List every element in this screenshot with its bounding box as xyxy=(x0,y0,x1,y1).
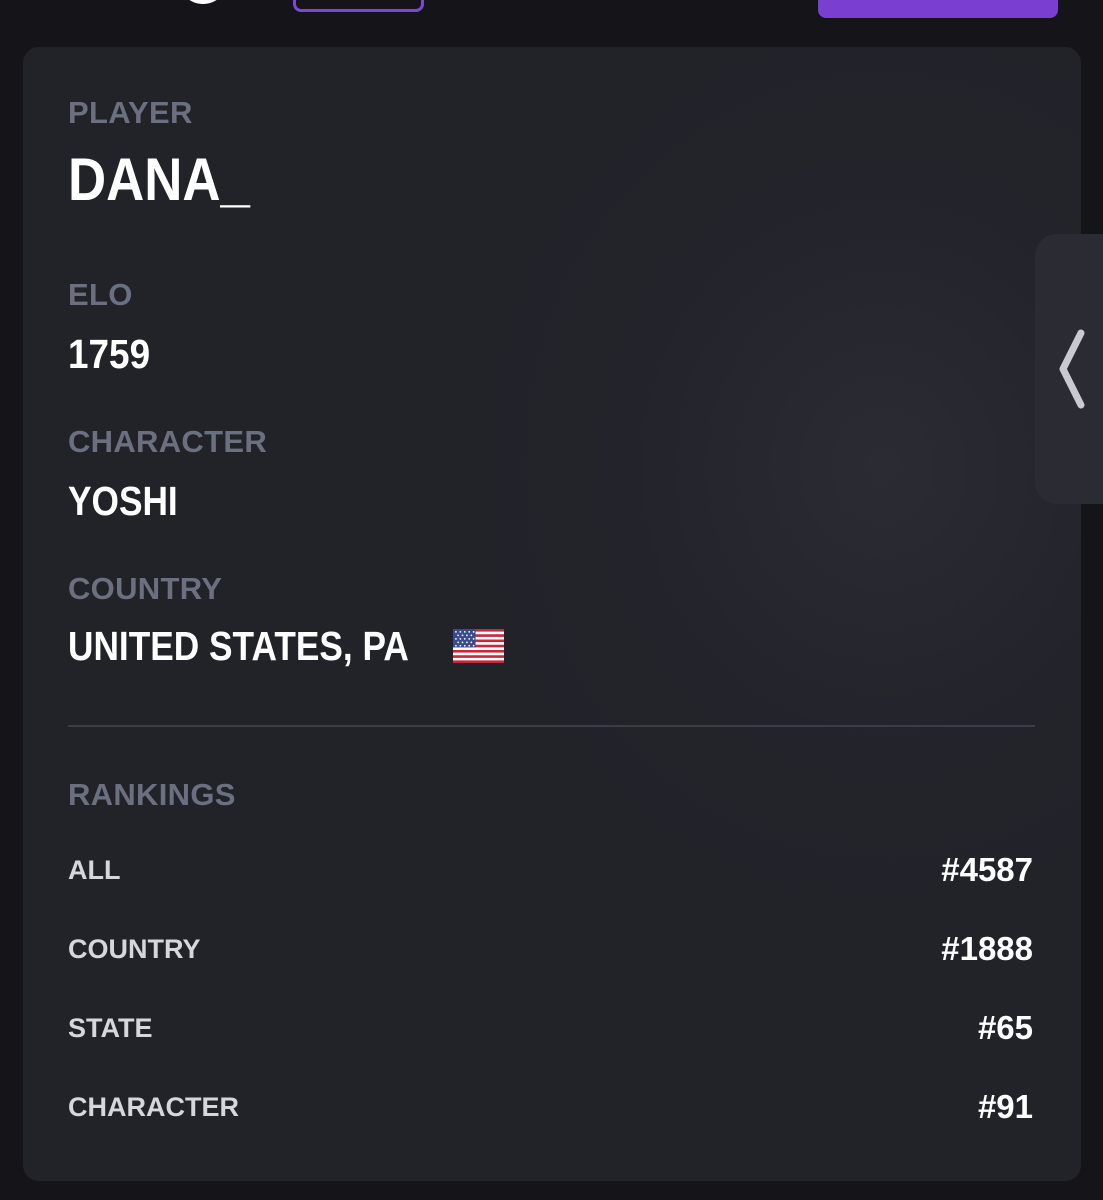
rankings-label: RANKINGS xyxy=(68,777,236,812)
character-value: YOSHI xyxy=(68,478,178,524)
country-value: UNITED STATES, PA xyxy=(68,623,409,669)
ranking-label: COUNTRY xyxy=(68,934,201,964)
ranking-value: #91 xyxy=(977,1088,1033,1125)
country-label: COUNTRY xyxy=(68,571,223,606)
player-card: PLAYER DANA_ ELO 1759 CHARACTER YOSHI CO… xyxy=(23,47,1081,1181)
ranking-label: CHARACTER xyxy=(68,1092,239,1122)
elo-value: 1759 xyxy=(68,331,151,377)
ranking-row-character: CHARACTER #91 xyxy=(68,1088,1033,1132)
ranking-row-all: ALL #4587 xyxy=(68,851,1033,895)
ranking-label: STATE xyxy=(68,1013,153,1043)
ranking-row-state: STATE #65 xyxy=(68,1009,1033,1053)
player-label: PLAYER xyxy=(68,95,193,130)
character-label: CHARACTER xyxy=(68,424,268,459)
player-name: DANA_ xyxy=(68,146,250,213)
logo-icon[interactable] xyxy=(178,0,228,4)
nav-secondary-button[interactable] xyxy=(293,0,424,12)
side-panel-toggle[interactable] xyxy=(1035,234,1103,504)
nav-primary-button[interactable] xyxy=(818,0,1058,18)
chevron-left-icon xyxy=(1059,329,1085,409)
top-nav-bar xyxy=(0,0,1103,30)
ranking-row-country: COUNTRY #1888 xyxy=(68,930,1033,974)
elo-label: ELO xyxy=(68,277,133,312)
ranking-value: #1888 xyxy=(941,930,1033,967)
us-flag-icon xyxy=(453,629,504,663)
ranking-label: ALL xyxy=(68,855,121,885)
ranking-value: #4587 xyxy=(941,851,1033,888)
ranking-value: #65 xyxy=(977,1009,1033,1046)
section-divider xyxy=(68,725,1035,727)
